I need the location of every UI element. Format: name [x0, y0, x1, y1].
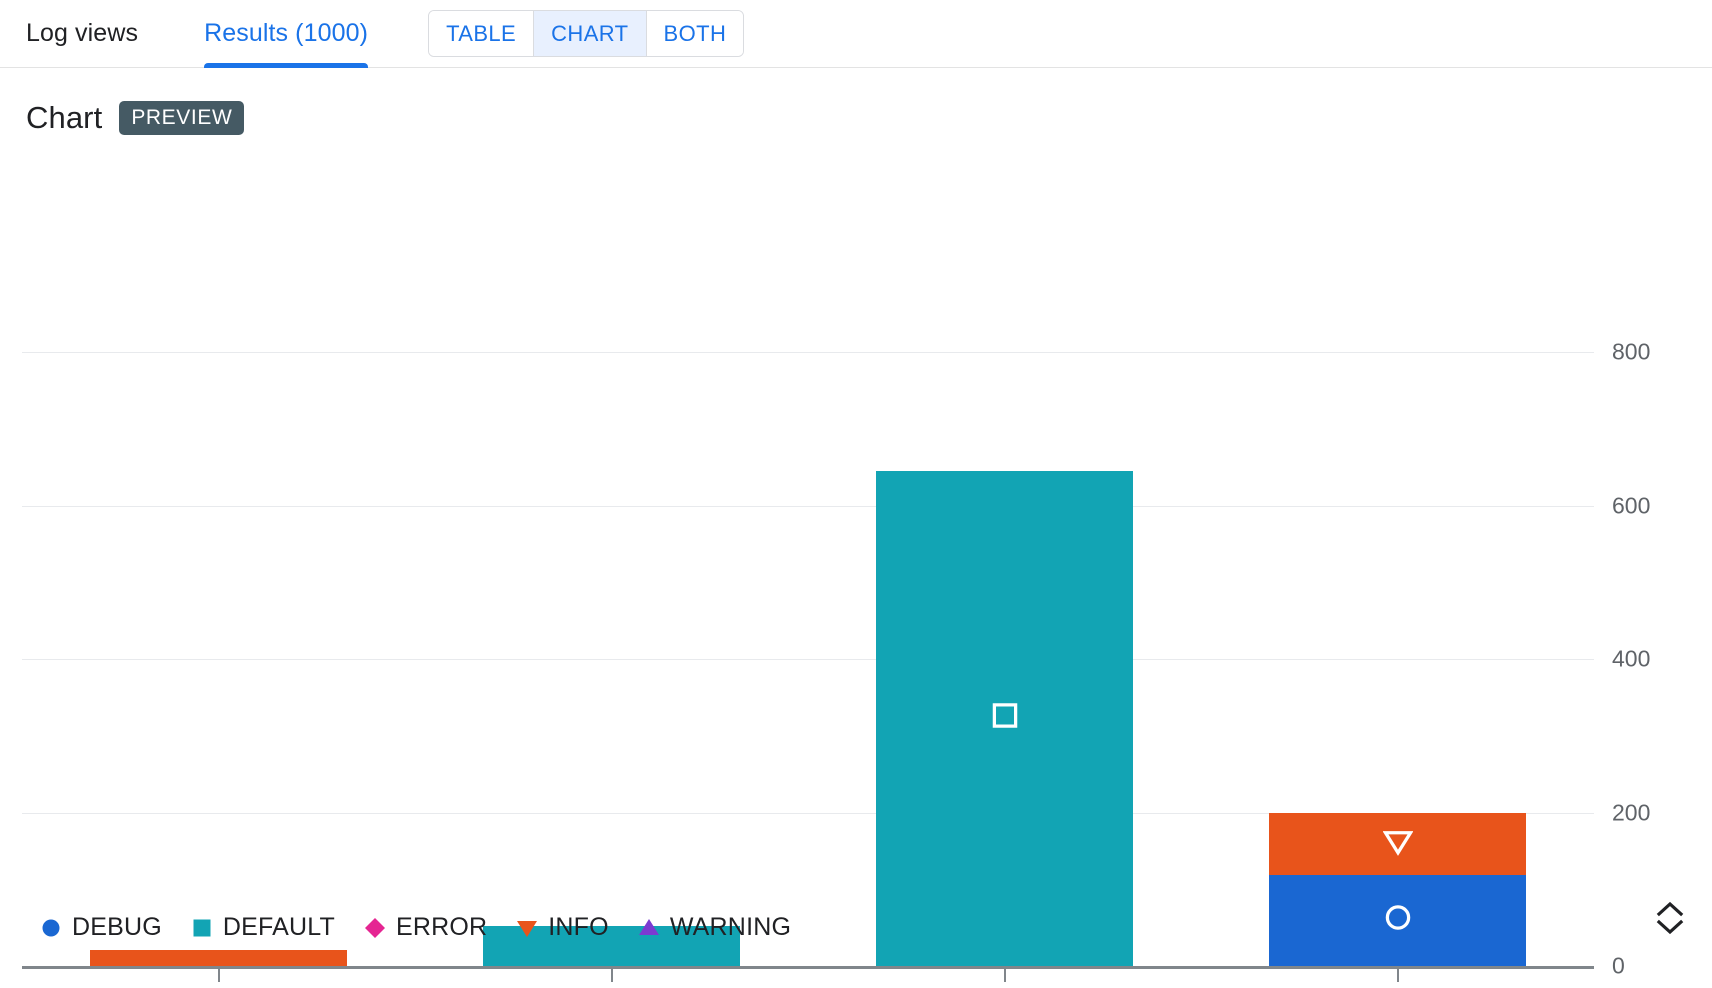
- x-axis-tick: [217, 969, 220, 982]
- view-mode-table-button[interactable]: TABLE: [429, 11, 535, 56]
- legend-item-error[interactable]: ERROR: [362, 913, 487, 942]
- x-axis-tick: [1396, 969, 1399, 982]
- circle-marker: [42, 919, 60, 936]
- y-gridline: [22, 505, 1594, 507]
- square-marker: [193, 919, 211, 936]
- y-axis-tick-label: 0: [1612, 952, 1625, 979]
- diamond-marker: [362, 915, 388, 941]
- chart-area: 0200400600800gce_instance_group_managerg…: [0, 150, 1712, 982]
- y-gridline: [22, 352, 1594, 353]
- preview-badge: PREVIEW: [119, 101, 245, 135]
- legend-item-warning[interactable]: WARNING: [636, 913, 791, 942]
- legend-item-label: ERROR: [395, 913, 488, 941]
- bar-segment-gce_instance_group_manager-info[interactable]: [90, 949, 347, 966]
- triangle-down-marker: [514, 915, 540, 941]
- chart-legend: DEBUG DEFAULT ERROR INFO WARNING: [38, 913, 791, 942]
- tab-results-label: Results (1000): [204, 19, 369, 47]
- circle-marker: [38, 915, 64, 941]
- legend-item-label: WARNING: [669, 913, 792, 941]
- y-axis-tick-label: 600: [1612, 492, 1651, 518]
- diamond-marker: [364, 917, 385, 938]
- bar-segment-k8s_cluster-default[interactable]: [876, 470, 1133, 966]
- legend-item-label: INFO: [548, 913, 609, 941]
- expand-collapse-chevrons-glyph: [1656, 901, 1684, 935]
- triangle-down-marker: [517, 920, 538, 937]
- tab-log-views[interactable]: Log views: [26, 0, 138, 68]
- bar-segment-k8s_container-debug[interactable]: [1269, 874, 1526, 966]
- y-axis-tick-label: 800: [1612, 338, 1651, 365]
- tab-results[interactable]: Results (1000): [204, 0, 369, 68]
- legend-item-info[interactable]: INFO: [514, 913, 609, 942]
- x-axis-tick: [610, 969, 613, 982]
- bar-segment-k8s_container-info[interactable]: [1269, 812, 1526, 875]
- view-mode-chart-button[interactable]: CHART: [534, 11, 647, 56]
- y-gridline: [22, 659, 1594, 660]
- legend-item-debug[interactable]: DEBUG: [38, 913, 162, 942]
- tab-log-views-label: Log views: [26, 19, 139, 47]
- y-axis-tick-label: 200: [1612, 799, 1651, 825]
- page-title: Chart: [26, 100, 103, 135]
- square-marker: [189, 915, 215, 941]
- triangle-up-marker: [636, 915, 662, 941]
- view-mode-segmented-control: TABLE CHART BOTH: [428, 10, 745, 57]
- expand-collapse-chevrons-icon[interactable]: [1650, 896, 1690, 940]
- x-axis-tick: [1003, 969, 1006, 982]
- legend-item-label: DEFAULT: [222, 913, 335, 941]
- legend-item-default[interactable]: DEFAULT: [189, 913, 335, 942]
- legend-item-label: DEBUG: [72, 913, 162, 941]
- triangle-up-marker: [638, 918, 659, 935]
- y-axis-tick-label: 400: [1612, 645, 1651, 672]
- tab-bar: Log views Results (1000) TABLE CHART BOTH: [0, 0, 1712, 68]
- bar-chart-plot: 0200400600800gce_instance_group_managerg…: [0, 150, 1712, 982]
- view-mode-both-button[interactable]: BOTH: [646, 11, 744, 56]
- chart-heading: Chart PREVIEW: [0, 68, 1712, 136]
- x-axis-line: [22, 966, 1594, 969]
